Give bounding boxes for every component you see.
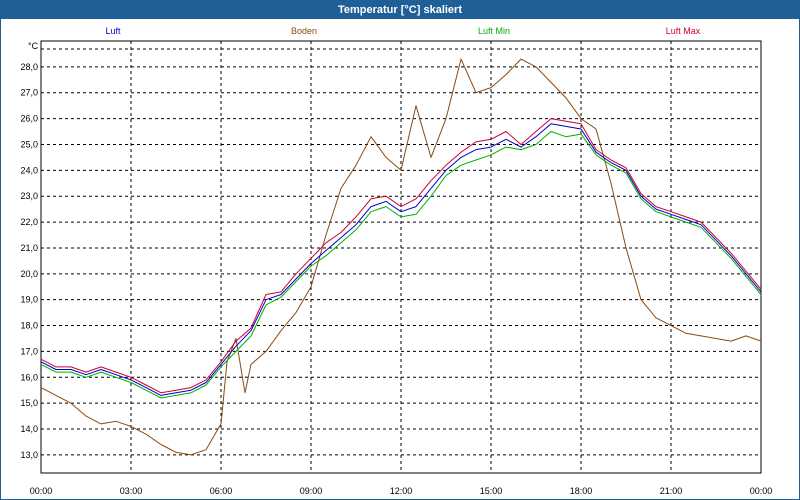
y-tick-label: 22,0: [20, 217, 38, 227]
x-tick-time: 03:00: [120, 486, 143, 496]
y-tick-label: 27,0: [20, 88, 38, 98]
y-tick-label: 13,0: [20, 450, 38, 460]
y-tick-label: 21,0: [20, 243, 38, 253]
legend-item: Boden: [291, 26, 317, 36]
y-tick-label: 28,0: [20, 62, 38, 72]
y-tick-label: 25,0: [20, 139, 38, 149]
y-tick-label: 24,0: [20, 165, 38, 175]
x-tick-time: 18:00: [570, 486, 593, 496]
legend-item: Luft Min: [478, 26, 510, 36]
x-tick-time: 00:00: [750, 486, 773, 496]
y-tick-label: 18,0: [20, 321, 38, 331]
y-tick-label: 15,0: [20, 398, 38, 408]
x-tick-time: 09:00: [300, 486, 323, 496]
y-tick-label: 20,0: [20, 269, 38, 279]
y-tick-label: 16,0: [20, 372, 38, 382]
chart-window: Temperatur [°C] skaliert 13,0 14,0 15,0 16,…: [0, 0, 800, 500]
x-tick-time: 15:00: [480, 486, 503, 496]
y-axis-labels: 13,0 14,0 15,0 16,0 17,0 18,0 19,0 20,0 21,0 22,0…: [20, 62, 38, 460]
x-axis-labels: 00:0030.05.2503:0030.05.2506:0030.05.250…: [30, 486, 773, 496]
x-tick-time: 21:00: [660, 486, 683, 496]
y-tick-label: 14,0: [20, 424, 38, 434]
legend-item: Luft Max: [666, 26, 701, 36]
x-tick-time: 06:00: [210, 486, 233, 496]
legend-item: Luft: [105, 26, 121, 36]
y-tick-label: 19,0: [20, 295, 38, 305]
y-tick-label: 23,0: [20, 191, 38, 201]
y-axis-unit: °C: [28, 41, 39, 51]
window-title: Temperatur [°C] skaliert: [1, 1, 799, 19]
y-tick-label: 26,0: [20, 114, 38, 124]
y-tick-label: 17,0: [20, 346, 38, 356]
x-tick-time: 12:00: [390, 486, 413, 496]
x-tick-time: 00:00: [30, 486, 53, 496]
legend: Luft Boden Luft Min Luft Max: [105, 26, 700, 36]
temperature-chart: 13,0 14,0 15,0 16,0 17,0 18,0 19,0 20,0 21,0 22,0…: [20, 26, 773, 496]
